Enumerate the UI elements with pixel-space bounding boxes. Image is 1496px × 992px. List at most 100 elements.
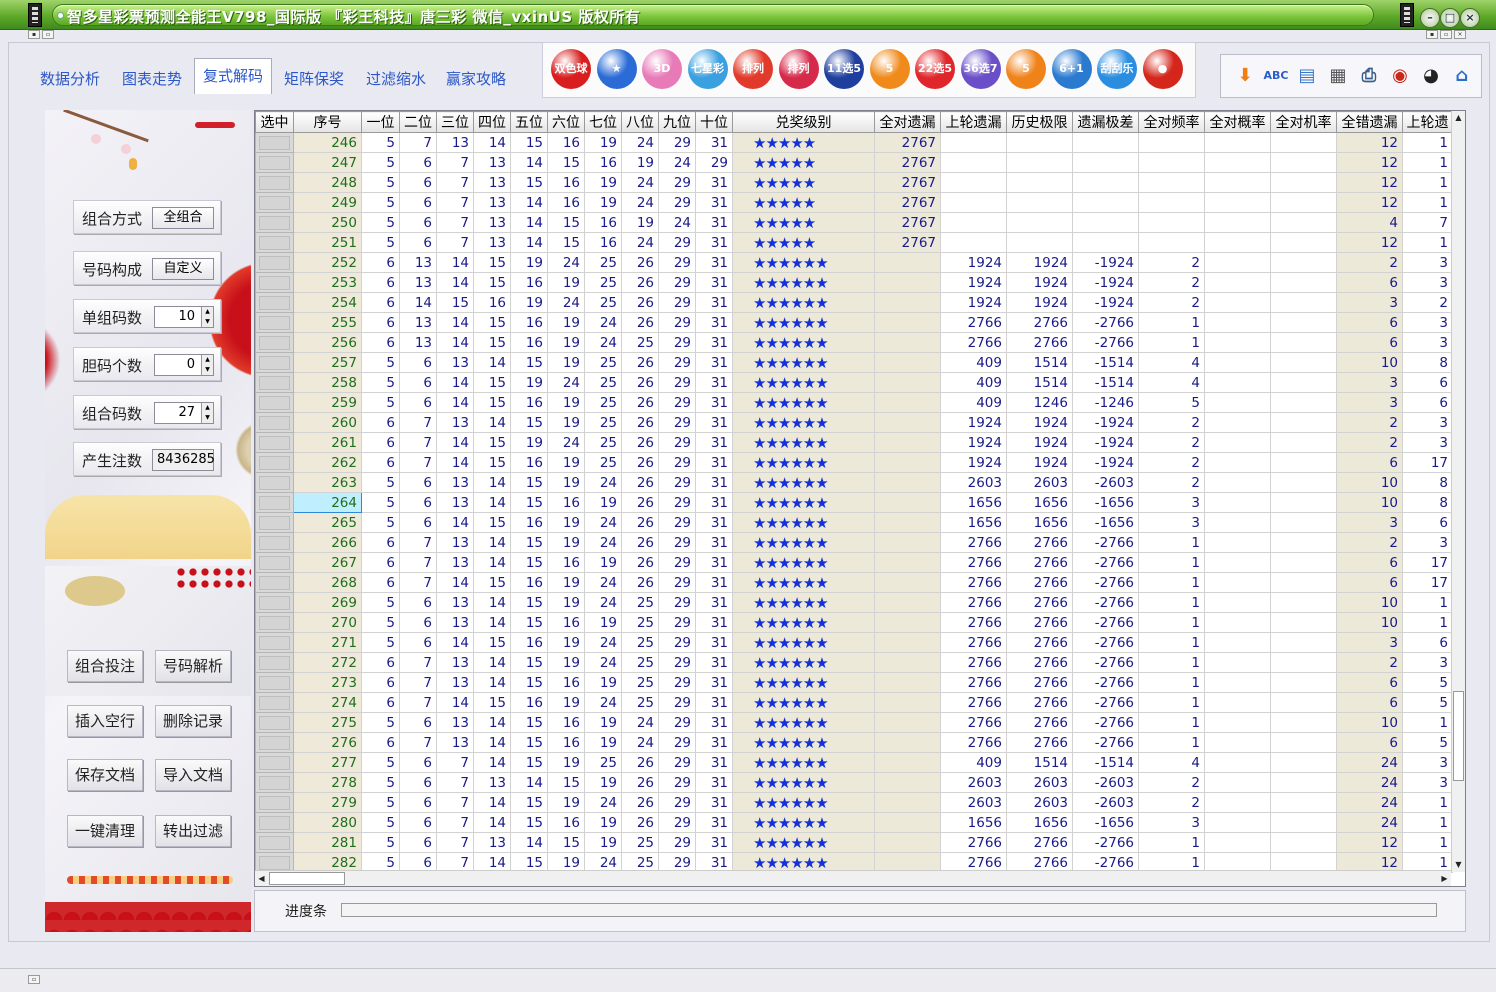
select-checkbox[interactable] xyxy=(255,632,294,653)
column-header[interactable]: 八位 xyxy=(621,111,659,133)
tab-strategy[interactable]: 赢家攻略 xyxy=(438,64,514,94)
select-box[interactable] xyxy=(259,775,290,790)
select-box[interactable] xyxy=(259,575,290,590)
table-row[interactable]: 267 6 7 13 14 15 16 19 26 29 31 ★★★★★★ 2766 2766 -2766… xyxy=(255,552,1453,573)
column-header[interactable]: 九位 xyxy=(658,111,696,133)
select-box[interactable] xyxy=(259,315,290,330)
row-seq[interactable]: 276 xyxy=(293,732,362,753)
lottery-icon-6[interactable]: 11选5 xyxy=(824,49,864,89)
param-stepper[interactable]: 0 ▲ ▼ xyxy=(154,354,214,376)
scroll-right-icon[interactable]: ▶ xyxy=(1438,872,1451,886)
action-button-7[interactable]: 转出过滤 xyxy=(155,815,231,847)
column-header[interactable]: 一位 xyxy=(361,111,400,133)
select-box[interactable] xyxy=(259,415,290,430)
column-header[interactable]: 序号 xyxy=(293,111,362,133)
select-box[interactable] xyxy=(259,235,290,250)
select-checkbox[interactable] xyxy=(255,792,294,813)
select-checkbox[interactable] xyxy=(255,452,294,473)
table-row[interactable]: 261 6 7 14 15 19 24 25 26 29 31 ★★★★★★ 1924 1924 -1924… xyxy=(255,432,1453,453)
column-header[interactable]: 历史极限 xyxy=(1006,111,1073,133)
select-checkbox[interactable] xyxy=(255,432,294,453)
tab-data-analysis[interactable]: 数据分析 xyxy=(32,64,108,94)
param-stepper[interactable]: 27 ▲ ▼ xyxy=(154,402,214,424)
table-row[interactable]: 252 6 13 14 15 19 24 25 26 29 31 ★★★★★★ 1924 1924 -192… xyxy=(255,252,1453,273)
scroll-up-icon[interactable]: ▲ xyxy=(1452,111,1465,125)
row-seq[interactable]: 281 xyxy=(293,832,362,853)
table-row[interactable]: 259 5 6 14 15 16 19 25 26 29 31 ★★★★★★ 409 1246 -1246 5… xyxy=(255,392,1453,413)
table-row[interactable]: 276 6 7 13 14 15 16 19 24 29 31 ★★★★★★ 2766 2766 -2766… xyxy=(255,732,1453,753)
spellcheck-icon[interactable]: ABC xyxy=(1262,61,1290,91)
select-checkbox[interactable] xyxy=(255,132,294,153)
select-checkbox[interactable] xyxy=(255,652,294,673)
row-seq[interactable]: 263 xyxy=(293,472,362,493)
select-box[interactable] xyxy=(259,635,290,650)
table-row[interactable]: 275 5 6 13 14 15 16 19 24 29 31 ★★★★★★ 2766 2766 -2766… xyxy=(255,712,1453,733)
column-header[interactable]: 全对机率 xyxy=(1270,111,1337,133)
column-header[interactable]: 全错遗漏 xyxy=(1336,111,1403,133)
mini-minimize-icon[interactable]: ▪ xyxy=(28,30,40,39)
table-row[interactable]: 271 5 6 14 15 16 19 24 25 29 31 ★★★★★★ 2766 2766 -2766… xyxy=(255,632,1453,653)
table-row[interactable]: 246 5 7 13 14 15 16 19 24 29 31 ★★★★★ 2767 12 1 xyxy=(255,132,1453,153)
export-icon[interactable]: ▤ xyxy=(1293,61,1321,91)
select-box[interactable] xyxy=(259,555,290,570)
table-row[interactable]: 263 5 6 13 14 15 19 24 26 29 31 ★★★★★★ 2603 2603 -2603… xyxy=(255,472,1453,493)
select-checkbox[interactable] xyxy=(255,312,294,333)
select-box[interactable] xyxy=(259,175,290,190)
row-seq[interactable]: 258 xyxy=(293,372,362,393)
spin-arrows-icon[interactable]: ▲ ▼ xyxy=(201,355,213,375)
tab-chart-trend[interactable]: 图表走势 xyxy=(114,64,190,94)
select-box[interactable] xyxy=(259,195,290,210)
select-box[interactable] xyxy=(259,375,290,390)
select-box[interactable] xyxy=(259,215,290,230)
select-checkbox[interactable] xyxy=(255,512,294,533)
action-button-1[interactable]: 号码解析 xyxy=(155,650,231,682)
select-box[interactable] xyxy=(259,615,290,630)
column-header[interactable]: 全对概率 xyxy=(1204,111,1271,133)
qq-icon[interactable]: ◕ xyxy=(1417,61,1445,91)
lottery-icon-8[interactable]: 22选5 xyxy=(915,49,955,89)
table-row[interactable]: 256 6 13 14 15 16 19 24 25 29 31 ★★★★★★ 2766 2766 -276… xyxy=(255,332,1453,353)
row-seq[interactable]: 252 xyxy=(293,252,362,273)
table-row[interactable]: 254 6 14 15 16 19 24 25 26 29 31 ★★★★★★ 1924 1924 -192… xyxy=(255,292,1453,313)
select-box[interactable] xyxy=(259,355,290,370)
select-checkbox[interactable] xyxy=(255,832,294,853)
row-seq[interactable]: 248 xyxy=(293,172,362,193)
select-box[interactable] xyxy=(259,675,290,690)
select-checkbox[interactable] xyxy=(255,772,294,793)
row-seq[interactable]: 254 xyxy=(293,292,362,313)
select-checkbox[interactable] xyxy=(255,292,294,313)
combination-grid[interactable]: 选中 序号 一位 二位 三位 四位 五位 六位 七位 八位 九位 十位 兑奖级别 全对遗漏 上轮遗漏 历史极限… xyxy=(254,110,1466,887)
row-seq[interactable]: 261 xyxy=(293,432,362,453)
horizontal-scrollbar[interactable]: ◀ ▶ xyxy=(255,870,1451,886)
column-header[interactable]: 六位 xyxy=(547,111,585,133)
row-seq[interactable]: 271 xyxy=(293,632,362,653)
table-row[interactable]: 279 5 6 7 14 15 19 24 26 29 31 ★★★★★★ 2603 2603 -2603 2… xyxy=(255,792,1453,813)
action-button-0[interactable]: 组合投注 xyxy=(67,650,143,682)
home-icon[interactable]: ⌂ xyxy=(1448,61,1476,91)
row-seq[interactable]: 274 xyxy=(293,692,362,713)
lottery-icon-4[interactable]: 排列 xyxy=(733,49,773,89)
scroll-thumb[interactable] xyxy=(1453,691,1464,781)
mini-restore-icon[interactable]: ▫ xyxy=(42,30,54,39)
select-checkbox[interactable] xyxy=(255,212,294,233)
row-seq[interactable]: 278 xyxy=(293,772,362,793)
calculator-icon[interactable]: ▦ xyxy=(1324,61,1352,91)
row-seq[interactable]: 270 xyxy=(293,612,362,633)
table-row[interactable]: 281 5 6 7 13 14 15 19 25 29 31 ★★★★★★ 2766 2766 -2766 1… xyxy=(255,832,1453,853)
row-seq[interactable]: 251 xyxy=(293,232,362,253)
table-row[interactable]: 253 6 13 14 15 16 19 25 26 29 31 ★★★★★★ 1924 1924 -192… xyxy=(255,272,1453,293)
select-box[interactable] xyxy=(259,795,290,810)
select-box[interactable] xyxy=(259,755,290,770)
select-box[interactable] xyxy=(259,395,290,410)
select-checkbox[interactable] xyxy=(255,672,294,693)
mini-restore-icon[interactable]: ▫ xyxy=(1440,30,1452,39)
action-button-2[interactable]: 插入空行 xyxy=(67,705,143,737)
tab-matrix[interactable]: 矩阵保奖 xyxy=(276,64,352,94)
select-box[interactable] xyxy=(259,155,290,170)
action-button-4[interactable]: 保存文档 xyxy=(67,759,143,791)
column-header[interactable]: 十位 xyxy=(695,111,733,133)
row-seq[interactable]: 262 xyxy=(293,452,362,473)
tab-compound-decode[interactable]: 复式解码 xyxy=(194,58,273,94)
table-row[interactable]: 262 6 7 14 15 16 19 25 26 29 31 ★★★★★★ 1924 1924 -1924… xyxy=(255,452,1453,473)
row-seq[interactable]: 277 xyxy=(293,752,362,773)
